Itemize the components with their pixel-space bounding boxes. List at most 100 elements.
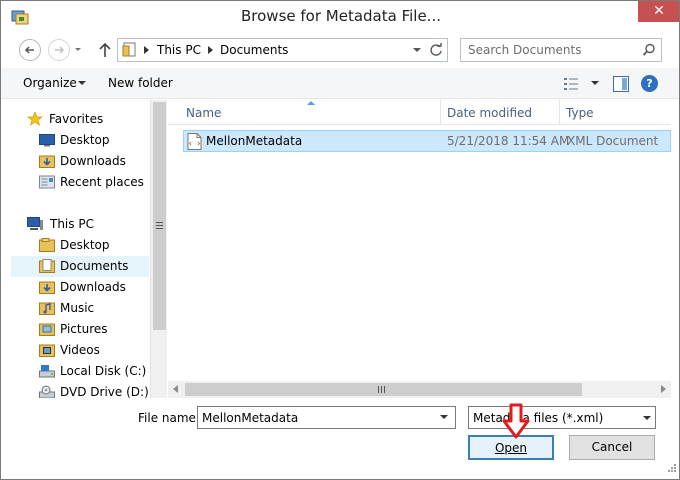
recent-places-icon (39, 175, 55, 189)
window-title: Browse for Metadata File... (241, 7, 441, 25)
horizontal-scrollbar-thumb[interactable] (185, 383, 582, 396)
help-icon[interactable]: ? (641, 75, 658, 92)
sidebar-item-label: DVD Drive (D:) IR (60, 385, 165, 398)
address-segment-thispc[interactable]: This PC (157, 43, 201, 57)
address-chevron-icon (208, 46, 213, 54)
sort-ascending-icon (307, 101, 315, 105)
scroll-grip-icon (378, 386, 385, 393)
navigation-pane: Favorites Desktop Downloads Recent place… (1, 100, 167, 398)
hard-drive-icon (39, 365, 55, 378)
navigation-bar: This PC Documents Search Documents (1, 34, 679, 66)
refresh-icon[interactable] (429, 43, 443, 57)
sidebar-item-this-pc[interactable]: This PC (11, 214, 149, 235)
sidebar-item-favorites[interactable]: Favorites (11, 109, 149, 130)
folder-icon (122, 42, 136, 57)
music-folder-icon (39, 302, 55, 315)
new-folder-button[interactable]: New folder (108, 76, 173, 90)
sidebar-item-local-disk[interactable]: Local Disk (C:) (11, 361, 149, 382)
forward-arrow-icon (55, 46, 65, 54)
sidebar-item-documents[interactable]: Documents (11, 256, 149, 277)
downloads-folder-icon (39, 281, 55, 294)
scroll-right-icon[interactable] (661, 385, 666, 393)
sidebar-item-label: Recent places (60, 175, 144, 189)
filetype-value: Metadata files (*.xml) (473, 411, 604, 425)
sidebar-item-label: Desktop (60, 133, 110, 147)
up-one-level-icon[interactable] (97, 40, 113, 60)
search-placeholder: Search Documents (468, 43, 582, 57)
address-bar[interactable]: This PC Documents (117, 38, 448, 62)
open-button-label: Open (494, 441, 528, 455)
organize-button[interactable]: Organize (23, 76, 77, 90)
forward-button[interactable] (48, 39, 70, 61)
sidebar-item-label: Documents (60, 259, 129, 273)
sidebar-item-desktop[interactable]: Desktop (11, 235, 149, 256)
address-chevron-icon (144, 46, 149, 54)
filename-dropdown-icon[interactable] (440, 415, 448, 419)
sidebar-item-desktop[interactable]: Desktop (11, 130, 149, 151)
star-icon (27, 112, 43, 126)
filename-label: File name: (138, 411, 200, 425)
file-list: Name Date modified Type MellonMetadata 5… (168, 100, 671, 398)
sidebar-item-label: Pictures (60, 322, 108, 336)
pictures-folder-icon (39, 323, 55, 336)
title-bar: Browse for Metadata File... ✕ (1, 1, 679, 34)
xml-document-icon (187, 133, 202, 150)
scroll-grip-icon (156, 222, 163, 229)
close-button[interactable]: ✕ (638, 1, 679, 22)
sidebar-scrollbar-thumb[interactable] (153, 102, 166, 330)
sidebar-item-downloads[interactable]: Downloads (11, 277, 149, 298)
command-bar: Organize New folder ? (1, 68, 679, 99)
change-view-icon[interactable] (563, 77, 579, 91)
sidebar-item-label: This PC (50, 217, 94, 231)
chevron-down-icon[interactable] (78, 81, 86, 85)
downloads-folder-icon (39, 155, 55, 168)
sidebar-item-label: Favorites (49, 112, 104, 126)
search-icon[interactable] (642, 43, 656, 57)
annotation-arrow-icon (502, 403, 530, 439)
dvd-drive-icon (39, 385, 55, 398)
sidebar-item-recent-places[interactable]: Recent places (11, 172, 149, 193)
recent-locations-dropdown[interactable] (75, 48, 81, 51)
filename-input[interactable] (197, 406, 456, 429)
folder-icon (39, 238, 55, 252)
resize-grip-icon[interactable] (665, 463, 677, 475)
address-dropdown-icon[interactable] (413, 48, 421, 52)
file-date: 5/21/2018 11:54 AM (447, 134, 570, 148)
column-header-date[interactable]: Date modified (447, 106, 532, 120)
sidebar-scrollbar[interactable] (150, 100, 167, 398)
search-input[interactable]: Search Documents (460, 38, 662, 62)
column-header-type[interactable]: Type (566, 106, 594, 120)
column-headers: Name Date modified Type (168, 100, 671, 125)
horizontal-scrollbar[interactable] (168, 381, 671, 398)
sidebar-item-label: Local Disk (C:) (60, 364, 147, 378)
file-name[interactable]: MellonMetadata (206, 134, 302, 148)
scroll-left-icon[interactable] (173, 385, 178, 393)
computer-icon (27, 217, 43, 230)
column-divider[interactable] (440, 100, 441, 125)
videos-folder-icon (39, 344, 55, 357)
documents-folder-icon (39, 259, 55, 273)
column-header-name[interactable]: Name (186, 106, 221, 120)
sidebar-item-music[interactable]: Music (11, 298, 149, 319)
back-arrow-icon (24, 46, 34, 54)
sidebar-item-label: Downloads (60, 154, 126, 168)
sidebar-item-pictures[interactable]: Pictures (11, 319, 149, 340)
sidebar-item-label: Videos (60, 343, 100, 357)
desktop-icon (39, 134, 55, 147)
sidebar-item-downloads[interactable]: Downloads (11, 151, 149, 172)
cancel-button[interactable]: Cancel (569, 435, 655, 460)
sidebar-item-videos[interactable]: Videos (11, 340, 149, 361)
sidebar-item-label: Desktop (60, 238, 110, 252)
preview-pane-icon[interactable] (613, 76, 629, 92)
back-button[interactable] (19, 39, 41, 61)
sidebar-item-label: Music (60, 301, 95, 315)
chevron-down-icon[interactable] (643, 416, 651, 420)
sidebar-item-dvd-drive[interactable]: DVD Drive (D:) IR (11, 382, 164, 398)
file-type: XML Document (567, 134, 659, 148)
views-dropdown-icon[interactable] (591, 81, 599, 85)
table-row[interactable]: MellonMetadata 5/21/2018 11:54 AM XML Do… (183, 130, 671, 152)
column-divider[interactable] (559, 100, 560, 125)
address-segment-documents[interactable]: Documents (220, 43, 288, 57)
filetype-select[interactable]: Metadata files (*.xml) (468, 406, 656, 429)
browse-dialog: Browse for Metadata File... ✕ This PC Do… (0, 0, 680, 480)
